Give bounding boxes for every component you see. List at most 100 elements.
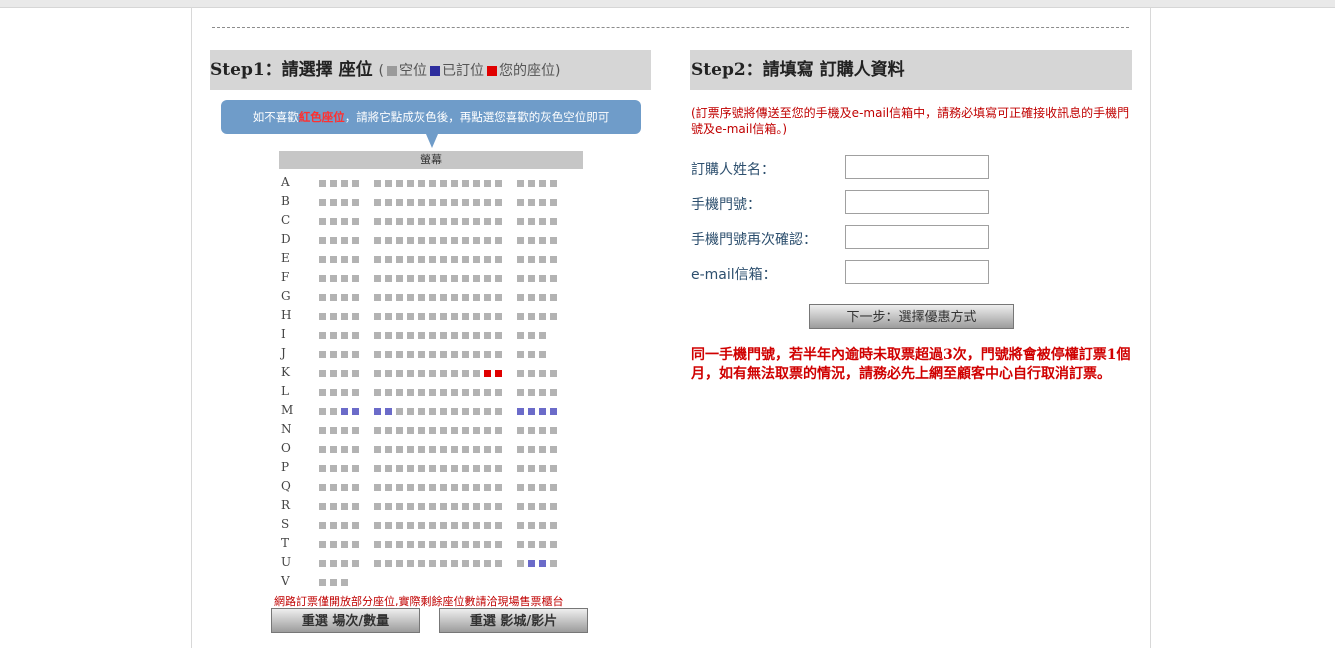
open-seat[interactable] xyxy=(341,579,348,586)
open-seat[interactable] xyxy=(418,256,425,263)
open-seat[interactable] xyxy=(352,522,359,529)
open-seat[interactable] xyxy=(396,370,403,377)
open-seat[interactable] xyxy=(341,313,348,320)
open-seat[interactable] xyxy=(396,503,403,510)
open-seat[interactable] xyxy=(473,180,480,187)
open-seat[interactable] xyxy=(550,522,557,529)
open-seat[interactable] xyxy=(528,332,535,339)
open-seat[interactable] xyxy=(319,370,326,377)
open-seat[interactable] xyxy=(330,313,337,320)
open-seat[interactable] xyxy=(528,237,535,244)
open-seat[interactable] xyxy=(319,275,326,282)
open-seat[interactable] xyxy=(418,408,425,415)
open-seat[interactable] xyxy=(385,560,392,567)
open-seat[interactable] xyxy=(440,294,447,301)
open-seat[interactable] xyxy=(495,351,502,358)
open-seat[interactable] xyxy=(374,522,381,529)
open-seat[interactable] xyxy=(462,427,469,434)
open-seat[interactable] xyxy=(429,275,436,282)
open-seat[interactable] xyxy=(429,351,436,358)
open-seat[interactable] xyxy=(374,560,381,567)
open-seat[interactable] xyxy=(374,313,381,320)
open-seat[interactable] xyxy=(440,484,447,491)
open-seat[interactable] xyxy=(550,180,557,187)
open-seat[interactable] xyxy=(495,465,502,472)
open-seat[interactable] xyxy=(484,446,491,453)
open-seat[interactable] xyxy=(462,446,469,453)
open-seat[interactable] xyxy=(451,294,458,301)
open-seat[interactable] xyxy=(484,237,491,244)
open-seat[interactable] xyxy=(374,427,381,434)
open-seat[interactable] xyxy=(330,446,337,453)
open-seat[interactable] xyxy=(451,408,458,415)
open-seat[interactable] xyxy=(451,313,458,320)
open-seat[interactable] xyxy=(484,484,491,491)
open-seat[interactable] xyxy=(374,484,381,491)
open-seat[interactable] xyxy=(407,275,414,282)
open-seat[interactable] xyxy=(550,313,557,320)
open-seat[interactable] xyxy=(330,427,337,434)
open-seat[interactable] xyxy=(341,256,348,263)
open-seat[interactable] xyxy=(341,522,348,529)
open-seat[interactable] xyxy=(396,560,403,567)
open-seat[interactable] xyxy=(341,541,348,548)
open-seat[interactable] xyxy=(385,332,392,339)
open-seat[interactable] xyxy=(462,199,469,206)
open-seat[interactable] xyxy=(539,180,546,187)
open-seat[interactable] xyxy=(396,484,403,491)
open-seat[interactable] xyxy=(451,389,458,396)
open-seat[interactable] xyxy=(396,313,403,320)
open-seat[interactable] xyxy=(385,484,392,491)
open-seat[interactable] xyxy=(385,370,392,377)
open-seat[interactable] xyxy=(319,332,326,339)
open-seat[interactable] xyxy=(341,389,348,396)
open-seat[interactable] xyxy=(517,332,524,339)
open-seat[interactable] xyxy=(429,294,436,301)
open-seat[interactable] xyxy=(374,541,381,548)
open-seat[interactable] xyxy=(418,332,425,339)
open-seat[interactable] xyxy=(440,180,447,187)
open-seat[interactable] xyxy=(484,522,491,529)
open-seat[interactable] xyxy=(550,256,557,263)
open-seat[interactable] xyxy=(429,313,436,320)
open-seat[interactable] xyxy=(352,560,359,567)
open-seat[interactable] xyxy=(396,408,403,415)
open-seat[interactable] xyxy=(374,218,381,225)
open-seat[interactable] xyxy=(440,256,447,263)
open-seat[interactable] xyxy=(396,427,403,434)
open-seat[interactable] xyxy=(429,256,436,263)
open-seat[interactable] xyxy=(495,503,502,510)
open-seat[interactable] xyxy=(319,560,326,567)
open-seat[interactable] xyxy=(319,446,326,453)
open-seat[interactable] xyxy=(330,560,337,567)
open-seat[interactable] xyxy=(429,446,436,453)
open-seat[interactable] xyxy=(539,275,546,282)
open-seat[interactable] xyxy=(462,560,469,567)
open-seat[interactable] xyxy=(550,294,557,301)
open-seat[interactable] xyxy=(484,275,491,282)
open-seat[interactable] xyxy=(462,237,469,244)
open-seat[interactable] xyxy=(352,199,359,206)
open-seat[interactable] xyxy=(407,370,414,377)
open-seat[interactable] xyxy=(440,522,447,529)
open-seat[interactable] xyxy=(429,199,436,206)
open-seat[interactable] xyxy=(451,427,458,434)
open-seat[interactable] xyxy=(462,370,469,377)
open-seat[interactable] xyxy=(396,275,403,282)
open-seat[interactable] xyxy=(539,484,546,491)
open-seat[interactable] xyxy=(451,237,458,244)
open-seat[interactable] xyxy=(528,446,535,453)
open-seat[interactable] xyxy=(385,313,392,320)
open-seat[interactable] xyxy=(374,256,381,263)
open-seat[interactable] xyxy=(528,389,535,396)
open-seat[interactable] xyxy=(451,332,458,339)
open-seat[interactable] xyxy=(550,484,557,491)
open-seat[interactable] xyxy=(374,294,381,301)
open-seat[interactable] xyxy=(528,541,535,548)
open-seat[interactable] xyxy=(473,313,480,320)
open-seat[interactable] xyxy=(495,180,502,187)
open-seat[interactable] xyxy=(429,408,436,415)
open-seat[interactable] xyxy=(484,332,491,339)
open-seat[interactable] xyxy=(429,541,436,548)
open-seat[interactable] xyxy=(374,503,381,510)
